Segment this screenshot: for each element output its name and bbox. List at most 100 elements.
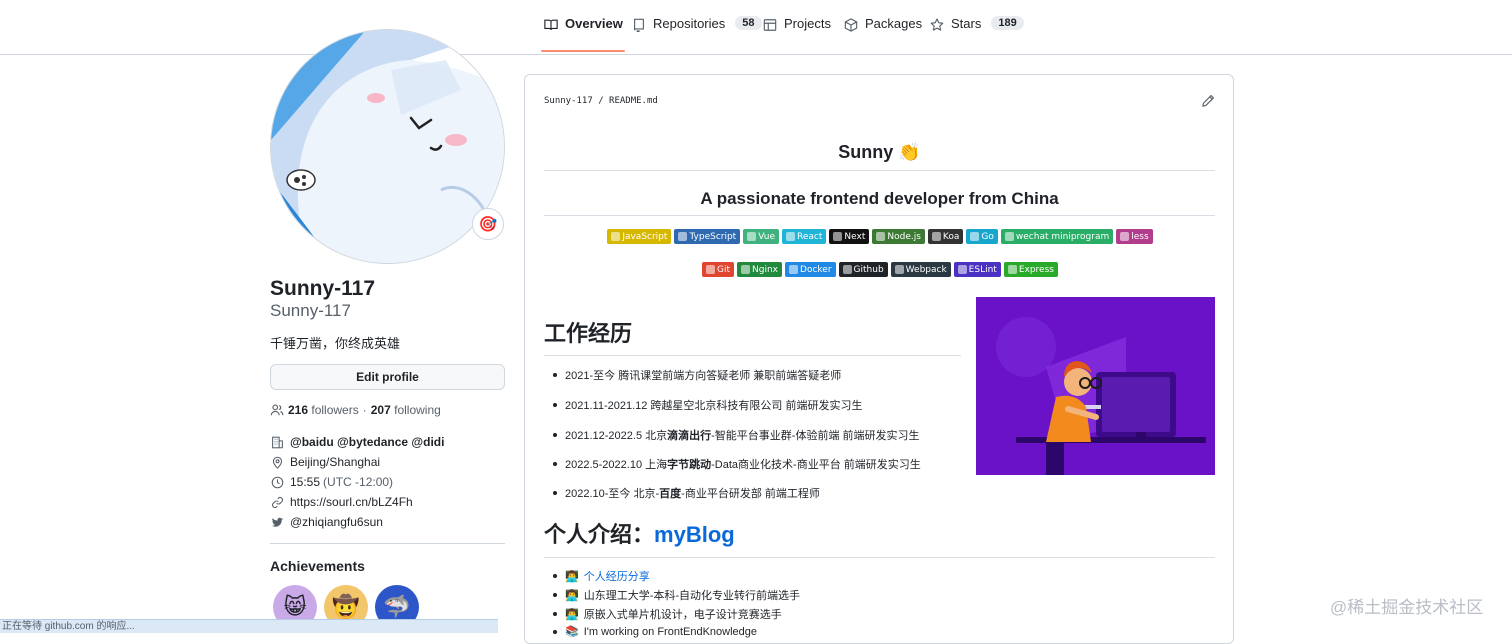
- tech-koa-badge[interactable]: Koa: [927, 229, 964, 244]
- intro-item-2-text: 山东理工大学-本科-自动化专业转行前端选手: [583, 590, 801, 602]
- profile-bio: 千锤万凿，你终成英雄: [270, 336, 401, 351]
- tool-github-badge[interactable]: Github: [838, 262, 888, 277]
- work-item-3: 2021.12-2022.5 北京滴滴出行-智能平台事业群-体验前端 前端研发实…: [553, 427, 920, 443]
- readme-path-separator: /: [598, 96, 604, 106]
- work-item-1-text: 2021-至今 腾讯课堂前端方向答疑老师 兼职前端答疑老师: [565, 370, 842, 382]
- technologist-icon: 👨‍💻: [565, 589, 579, 602]
- work-experience-heading: 工作经历: [544, 316, 961, 356]
- readme-path: Sunny-117 / README.md: [544, 96, 658, 106]
- followers-link[interactable]: 216 followers: [288, 403, 359, 417]
- readme-path-owner[interactable]: Sunny-117: [544, 96, 593, 106]
- vue-icon: [747, 232, 757, 241]
- tab-projects-label: Projects: [784, 16, 831, 31]
- tool-eslint-badge[interactable]: ESLint: [953, 262, 1001, 277]
- intro-item-3: 👨‍💻 原嵌入式单片机设计，电子设计竞赛选手: [553, 606, 782, 622]
- website-link[interactable]: https://sourl.cn/bLZ4Fh: [290, 495, 413, 509]
- twitter-icon: [270, 515, 284, 529]
- status-emoji-button[interactable]: 🎯: [472, 208, 504, 240]
- badge-label: Next: [844, 231, 866, 242]
- edit-profile-button[interactable]: Edit profile: [270, 364, 505, 390]
- following-label: following: [394, 403, 441, 417]
- intro-item-3-text: 原嵌入式单片机设计，电子设计竞赛选手: [583, 609, 782, 621]
- link-icon: [270, 495, 284, 509]
- badge-label: Node.js: [887, 231, 921, 242]
- edit-readme-pencil-icon[interactable]: [1201, 94, 1215, 108]
- tech-badges-row-1: JavaScript TypeScript Vue React Next Node.js K…: [525, 229, 1233, 244]
- myblog-link[interactable]: myBlog: [654, 522, 735, 547]
- sidebar-divider: [270, 543, 505, 544]
- webpack-icon: [894, 265, 904, 274]
- koa-icon: [931, 232, 941, 241]
- stars-count-badge: 189: [991, 16, 1024, 30]
- work-item-5: 2022.10-至今 北京-百度-商业平台研发部 前端工程师: [553, 485, 820, 501]
- intro-heading-text: 个人介绍：: [544, 522, 655, 547]
- following-count: 207: [370, 403, 391, 417]
- profile-organization: @baidu @bytedance @didi: [270, 435, 444, 449]
- tool-express-badge[interactable]: Express: [1003, 262, 1058, 277]
- tool-webpack-badge[interactable]: Webpack: [890, 262, 951, 277]
- badge-label: React: [797, 231, 823, 242]
- tech-typescript-badge[interactable]: TypeScript: [674, 229, 741, 244]
- badge-label: Git: [717, 264, 731, 275]
- tab-stars-label: Stars: [951, 16, 982, 31]
- tab-repositories[interactable]: Repositories 58: [631, 16, 762, 52]
- avatar[interactable]: [270, 29, 505, 264]
- intro-item-4: 📚 I'm working on FrontEndKnowledge: [553, 625, 757, 639]
- star-icon: [929, 17, 945, 33]
- followers-label: followers: [311, 403, 359, 417]
- tech-vue-badge[interactable]: Vue: [743, 229, 780, 244]
- tab-stars[interactable]: Stars 189: [929, 16, 1024, 52]
- tool-nginx-badge[interactable]: Nginx: [737, 262, 783, 277]
- tool-docker-badge[interactable]: Docker: [785, 262, 836, 277]
- work-item-5-pre: 2022.10-至今 北京-: [565, 488, 660, 500]
- react-icon: [786, 232, 796, 241]
- localtime-text: 15:55: [290, 475, 321, 489]
- tab-repositories-label: Repositories: [653, 16, 726, 31]
- profile-login: Sunny-117: [270, 301, 351, 320]
- followers-count: 216: [288, 403, 309, 417]
- work-item-4-company: 字节跳动: [667, 459, 712, 471]
- readme-path-file[interactable]: README.md: [609, 96, 658, 106]
- intro-item-1: 👨‍💻 个人经历分享: [553, 568, 650, 584]
- follow-separator: ·: [362, 403, 367, 417]
- badge-label: ESLint: [968, 264, 997, 275]
- badge-label: Koa: [942, 231, 960, 242]
- table-icon: [762, 17, 778, 33]
- tech-next-badge[interactable]: Next: [829, 229, 870, 244]
- tab-overview-label: Overview: [565, 16, 623, 31]
- profile-name: Sunny-117: [270, 277, 376, 300]
- profile-twitter[interactable]: @zhiqiangfu6sun: [270, 515, 383, 529]
- tech-wechat-miniprogram-badge[interactable]: wechat miniprogram: [1000, 229, 1114, 244]
- tech-javascript-badge[interactable]: JavaScript: [607, 229, 672, 244]
- less-icon: [1120, 232, 1130, 241]
- achievements-heading[interactable]: Achievements: [270, 558, 365, 574]
- location-text: Beijing/Shanghai: [290, 455, 381, 469]
- organization-text: @baidu @bytedance @didi: [290, 435, 445, 449]
- browser-status-bar: 正在等待 github.com 的响应...: [0, 619, 498, 633]
- profile-website[interactable]: https://sourl.cn/bLZ4Fh: [270, 495, 413, 509]
- repo-icon: [631, 17, 647, 33]
- following-link[interactable]: 207 following: [371, 403, 441, 417]
- tab-overview[interactable]: Overview: [541, 16, 625, 52]
- organization-icon: [270, 435, 284, 449]
- tab-packages[interactable]: Packages: [843, 16, 922, 52]
- follow-stats: 216 followers · 207 following: [270, 403, 441, 417]
- readme-title: Sunny 👏: [544, 142, 1215, 171]
- experience-share-link[interactable]: 个人经历分享: [584, 568, 650, 584]
- package-icon: [843, 17, 859, 33]
- badge-label: Express: [1018, 264, 1054, 275]
- tech-react-badge[interactable]: React: [782, 229, 827, 244]
- badge-label: Github: [853, 264, 884, 275]
- go-icon: [970, 232, 980, 241]
- tech-less-badge[interactable]: less: [1116, 229, 1153, 244]
- badge-label: JavaScript: [622, 231, 668, 242]
- badge-label: less: [1131, 231, 1149, 242]
- tool-git-badge[interactable]: Git: [702, 262, 735, 277]
- github-icon: [842, 265, 852, 274]
- achievement-cowboy-icon: 🤠: [332, 594, 360, 619]
- tech-node-js-badge[interactable]: Node.js: [872, 229, 925, 244]
- tab-projects[interactable]: Projects: [762, 16, 831, 52]
- twitter-handle[interactable]: @zhiqiangfu6sun: [290, 515, 383, 529]
- tech-go-badge[interactable]: Go: [966, 229, 998, 244]
- readme-subtitle: A passionate frontend developer from Chi…: [544, 189, 1215, 216]
